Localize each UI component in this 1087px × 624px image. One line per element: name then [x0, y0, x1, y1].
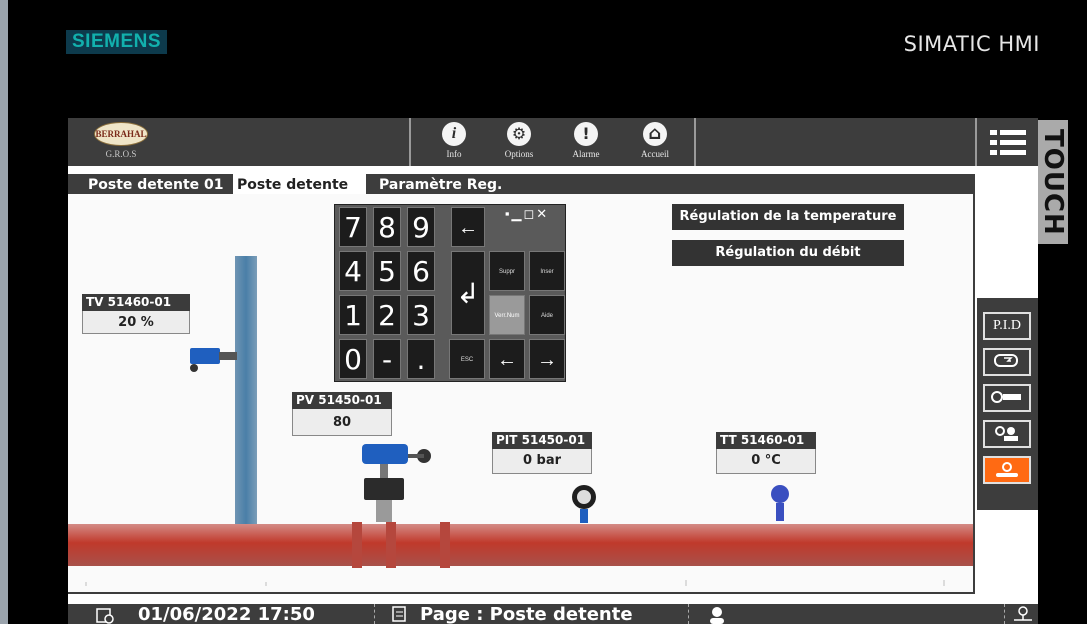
pit-51450-value: 0 bar	[522, 453, 562, 468]
home-button[interactable]: ⌂ Accueil	[629, 122, 681, 164]
key-dot[interactable]: .	[407, 339, 435, 379]
key-7[interactable]: 7	[339, 207, 367, 247]
inser-key[interactable]: Inser	[529, 251, 565, 291]
hamburger-menu-icon[interactable]	[990, 130, 1026, 156]
pv-51450-value: 80	[332, 415, 352, 430]
tab-frame	[973, 174, 975, 594]
user-icon[interactable]	[708, 604, 730, 624]
sidebar: P.I.D	[977, 298, 1038, 510]
home-icon: ⌂	[643, 122, 667, 146]
key-4[interactable]: 4	[339, 251, 367, 291]
company-logo: BERRAHAL G.R.O.S	[92, 122, 150, 162]
pit-51450-tag: PIT 51450-01	[492, 432, 592, 449]
key-0[interactable]: 0	[339, 339, 367, 379]
datetime-display: 01/06/2022 17:50	[138, 604, 315, 624]
suppr-key[interactable]: Suppr	[489, 251, 525, 291]
key-3[interactable]: 3	[407, 295, 435, 335]
vertical-pipe	[235, 256, 257, 528]
page-indicator: Page : Poste detente	[420, 604, 633, 624]
tab-frame	[68, 592, 975, 594]
flow-regulation-button[interactable]: Régulation du débit	[672, 240, 904, 266]
aide-key[interactable]: Aide	[529, 295, 565, 335]
company-subtitle: G.R.O.S	[105, 149, 137, 159]
device-frame-edge	[0, 0, 8, 624]
info-icon: i	[442, 122, 466, 146]
esc-key[interactable]: ESC	[449, 339, 485, 379]
touch-label: TOUCH	[1038, 120, 1068, 244]
siemens-logo: SIEMENS	[66, 30, 168, 54]
info-button[interactable]: i Info	[428, 122, 480, 164]
alarm-label: Alarme	[572, 149, 600, 159]
home-label: Accueil	[641, 149, 669, 159]
options-button[interactable]: ⚙ Options	[493, 122, 545, 164]
pressure-transmitter-icon	[572, 485, 596, 523]
tab-poste-detente-01[interactable]: Poste detente 01	[68, 174, 234, 196]
pv-51450-field[interactable]: PV 51450-01 80	[292, 392, 392, 436]
top-divider	[975, 118, 977, 166]
tv-51460-value: 20 %	[118, 315, 154, 330]
hmi-screen: BERRAHAL G.R.O.S i Info ⚙ Options ! Alar…	[68, 118, 1038, 624]
options-label: Options	[504, 149, 534, 159]
key-8[interactable]: 8	[373, 207, 401, 247]
key-minus[interactable]: -	[373, 339, 401, 379]
gear-icon: ⚙	[507, 122, 531, 146]
top-bar: BERRAHAL G.R.O.S i Info ⚙ Options ! Alar…	[68, 118, 1038, 166]
arrow-right-key[interactable]: →	[529, 339, 565, 379]
calendar-clock-icon	[96, 604, 114, 624]
pit-51450-field[interactable]: PIT 51450-01 0 bar	[492, 432, 592, 474]
settings-icon[interactable]	[983, 456, 1031, 484]
tab-poste-detente-02[interactable]: Poste detente 02	[233, 174, 366, 215]
pipe-flange	[352, 522, 362, 568]
main-pipe	[68, 524, 973, 566]
tv-51460-field[interactable]: TV 51460-01 20 %	[82, 294, 190, 334]
alarm-button[interactable]: ! Alarme	[560, 122, 612, 164]
flow-meter-icon[interactable]	[983, 384, 1031, 412]
status-divider	[688, 604, 689, 624]
tank-icon[interactable]	[983, 348, 1031, 376]
temperature-transmitter-icon	[771, 485, 789, 521]
maintenance-icon[interactable]	[983, 420, 1031, 448]
warning-icon: !	[574, 122, 598, 146]
status-divider	[1004, 604, 1005, 624]
enter-key[interactable]: ↲	[451, 251, 485, 335]
tab-parametre-reg[interactable]: Paramètre Reg.	[365, 174, 515, 196]
tt-51460-tag: TT 51460-01	[716, 432, 816, 449]
numeric-keypad: 7 8 9 ← ▪▁◻✕ 4 5 6 ↲ Suppr Inser 1 2 3 V…	[334, 204, 566, 382]
verr-num-key[interactable]: Verr.Num	[489, 295, 525, 335]
company-logo-badge: BERRAHAL	[94, 122, 148, 146]
key-1[interactable]: 1	[339, 295, 367, 335]
tv-valve-icon	[190, 348, 237, 372]
key-9[interactable]: 9	[407, 207, 435, 247]
tt-51460-field[interactable]: TT 51460-01 0 °C	[716, 432, 816, 474]
pv-51450-tag: PV 51450-01	[292, 392, 392, 409]
tt-51460-value: 0 °C	[751, 453, 781, 468]
pipe-flange	[386, 522, 396, 568]
page-icon	[390, 604, 412, 624]
arrow-left-key[interactable]: ←	[489, 339, 525, 379]
pid-button[interactable]: P.I.D	[983, 312, 1031, 340]
window-controls[interactable]: ▪▁◻✕	[489, 205, 565, 223]
backspace-key[interactable]: ←	[451, 207, 485, 247]
status-divider	[374, 604, 375, 624]
control-valve-icon	[362, 444, 431, 522]
info-label: Info	[446, 149, 462, 159]
temperature-regulation-button[interactable]: Régulation de la temperature	[672, 204, 904, 230]
network-icon[interactable]	[1012, 604, 1034, 624]
key-5[interactable]: 5	[373, 251, 401, 291]
tv-51460-tag: TV 51460-01	[82, 294, 190, 311]
pipe-flange	[440, 522, 450, 568]
key-6[interactable]: 6	[407, 251, 435, 291]
top-divider	[409, 118, 411, 166]
top-divider	[694, 118, 696, 166]
simatic-hmi-label: SIMATIC HMI	[903, 32, 1040, 56]
key-2[interactable]: 2	[373, 295, 401, 335]
